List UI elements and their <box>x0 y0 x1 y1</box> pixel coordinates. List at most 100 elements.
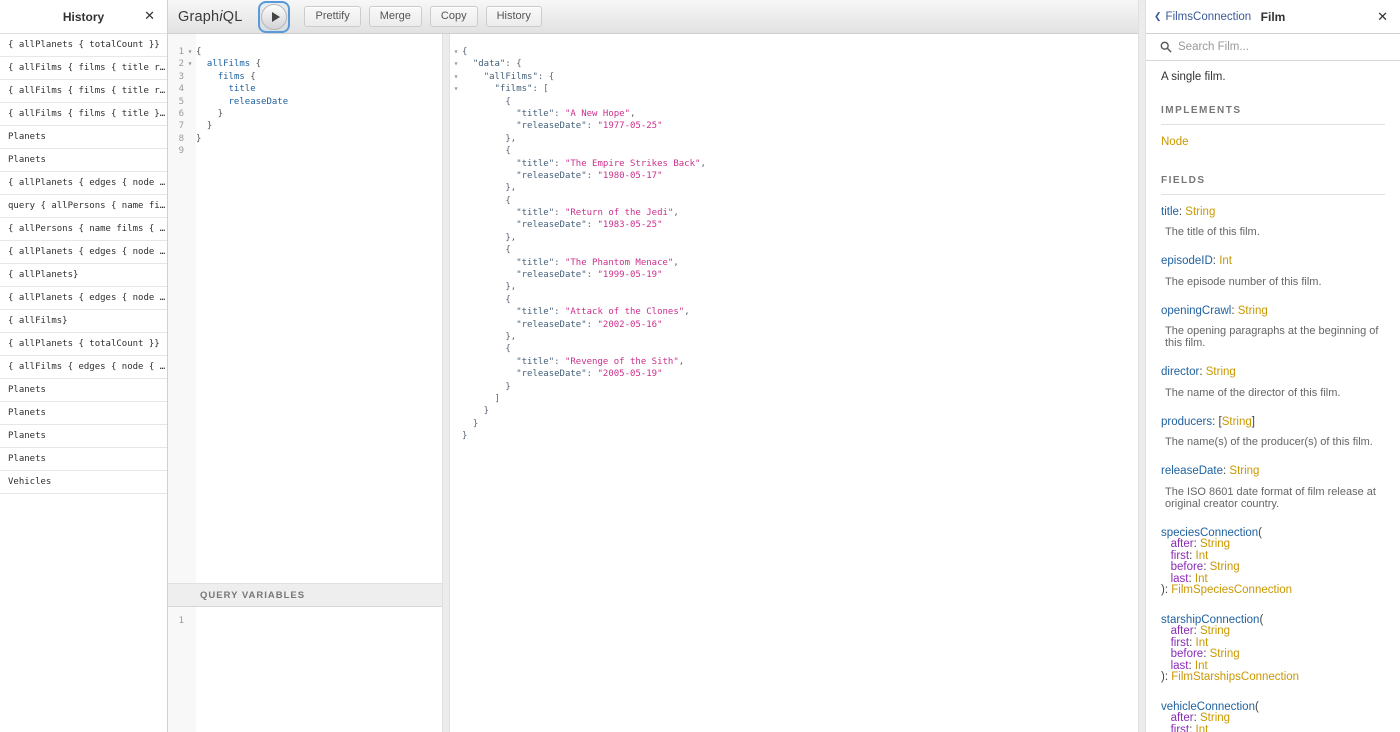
response-line: }, <box>450 331 1138 343</box>
history-item[interactable]: Planets <box>0 379 167 402</box>
type-link[interactable]: Node <box>1161 136 1189 148</box>
doc-field-signature[interactable]: vehicleConnection( after: String first: … <box>1161 702 1385 732</box>
history-item[interactable]: Planets <box>0 402 167 425</box>
history-close-icon[interactable]: ✕ <box>144 9 155 22</box>
history-item[interactable]: { allPlanets { edges { node … <box>0 241 167 264</box>
fold-toggle-icon[interactable]: ▾ <box>184 58 196 70</box>
variable-editor[interactable]: 1 <box>168 607 442 732</box>
field-name-link[interactable]: releaseDate <box>1161 465 1223 477</box>
doc-field-signature[interactable]: director: String <box>1161 367 1385 379</box>
fold-toggle-icon[interactable]: ▾ <box>450 71 462 83</box>
type-link[interactable]: Int <box>1196 550 1209 562</box>
type-link[interactable]: Int <box>1195 573 1208 585</box>
type-link[interactable]: String <box>1200 538 1230 550</box>
doc-field-signature[interactable]: episodeID: Int <box>1161 256 1385 268</box>
toolbar-button-copy[interactable]: Copy <box>430 6 478 27</box>
field-name-link[interactable]: vehicleConnection <box>1161 701 1255 713</box>
field-name-link[interactable]: speciesConnection <box>1161 527 1258 539</box>
doc-field-signature[interactable]: releaseDate: String <box>1161 466 1385 478</box>
response-text: "films": [ <box>462 83 549 95</box>
type-link[interactable]: String <box>1210 561 1240 573</box>
type-link[interactable]: Int <box>1196 724 1209 732</box>
code-text: { <box>196 46 201 58</box>
field-name-link[interactable]: director <box>1161 366 1199 378</box>
history-item[interactable]: { allFilms { edges { node { … <box>0 356 167 379</box>
fold-gutter <box>450 182 462 194</box>
field-description: The episode number of this film. <box>1161 276 1385 288</box>
code-line: 2▾ allFilms { <box>168 58 442 70</box>
fold-gutter <box>184 83 196 95</box>
doc-field-signature[interactable]: speciesConnection( after: String first: … <box>1161 528 1385 597</box>
type-link[interactable]: String <box>1185 206 1215 218</box>
field-name-link[interactable]: starshipConnection <box>1161 614 1259 626</box>
line-number: 5 <box>168 96 184 108</box>
query-editor-pane: 1▾{2▾ allFilms {3 films {4 title5 releas… <box>168 34 442 732</box>
type-link[interactable]: String <box>1200 625 1230 637</box>
type-link[interactable]: String <box>1210 648 1240 660</box>
doc-field-signature[interactable]: title: String <box>1161 207 1385 219</box>
punctuation: , <box>673 258 678 268</box>
response-line: }, <box>450 182 1138 194</box>
fold-toggle-icon[interactable]: ▾ <box>184 46 196 58</box>
punctuation <box>462 357 516 367</box>
history-item[interactable]: Planets <box>0 149 167 172</box>
history-item[interactable]: { allPlanets { totalCount }} <box>0 333 167 356</box>
history-item[interactable]: { allFilms { films { title r… <box>0 80 167 103</box>
fold-toggle-icon[interactable]: ▾ <box>450 46 462 58</box>
doc-field-signature[interactable]: starshipConnection( after: String first:… <box>1161 615 1385 684</box>
punctuation: ] <box>1252 416 1255 428</box>
field-name-link[interactable]: openingCrawl <box>1161 305 1231 317</box>
doc-explorer-resize-handle[interactable] <box>1138 0 1146 732</box>
type-link[interactable]: Int <box>1195 660 1208 672</box>
history-item[interactable]: { allFilms { films { title }… <box>0 103 167 126</box>
toolbar-button-history[interactable]: History <box>486 6 542 27</box>
history-item[interactable]: Planets <box>0 448 167 471</box>
doc-search-input[interactable] <box>1178 41 1358 53</box>
type-link[interactable]: FilmSpeciesConnection <box>1171 584 1292 596</box>
type-link[interactable]: FilmStarshipsConnection <box>1171 671 1299 683</box>
history-item[interactable]: Vehicles <box>0 471 167 494</box>
doc-back-link[interactable]: ❮ FilmsConnection <box>1154 11 1251 23</box>
type-link[interactable]: Int <box>1196 637 1209 649</box>
history-item[interactable]: Planets <box>0 425 167 448</box>
history-item[interactable]: { allPersons { name films { … <box>0 218 167 241</box>
doc-field-signature[interactable]: openingCrawl: String <box>1161 306 1385 318</box>
editor-response-resize-handle[interactable] <box>442 34 450 732</box>
query-variables-header[interactable]: QUERY VARIABLES <box>168 583 442 607</box>
type-link[interactable]: Int <box>1219 255 1232 267</box>
history-item[interactable]: Planets <box>0 126 167 149</box>
history-item[interactable]: { allPlanets { edges { node … <box>0 172 167 195</box>
type-link[interactable]: String <box>1206 366 1236 378</box>
toolbar-button-merge[interactable]: Merge <box>369 6 422 27</box>
logo-text: Graph <box>178 9 219 25</box>
type-link[interactable]: String <box>1238 305 1268 317</box>
code-text: } <box>196 120 212 132</box>
history-item[interactable]: { allFilms { films { title r… <box>0 57 167 80</box>
history-item[interactable]: query { allPersons { name fi… <box>0 195 167 218</box>
type-link[interactable]: String <box>1229 465 1259 477</box>
doc-field-signature[interactable]: producers: [String] <box>1161 417 1385 429</box>
fold-toggle-icon[interactable]: ▾ <box>450 83 462 95</box>
doc-field-signature[interactable]: Node <box>1161 137 1385 149</box>
history-item[interactable]: { allFilms} <box>0 310 167 333</box>
field-name-link[interactable]: producers <box>1161 416 1212 428</box>
field-name-link[interactable]: episodeID <box>1161 255 1213 267</box>
toolbar-button-prettify[interactable]: Prettify <box>304 6 360 27</box>
history-item[interactable]: { allPlanets} <box>0 264 167 287</box>
query-editor[interactable]: 1▾{2▾ allFilms {3 films {4 title5 releas… <box>168 34 442 583</box>
punctuation <box>462 59 473 69</box>
json-string-value: "1977-05-25" <box>597 121 662 131</box>
history-item[interactable]: { allPlanets { totalCount }} <box>0 34 167 57</box>
type-link[interactable]: String <box>1200 712 1230 724</box>
type-link[interactable]: String <box>1222 416 1252 428</box>
doc-close-icon[interactable]: ✕ <box>1377 10 1388 23</box>
doc-field-item: Node <box>1161 137 1385 149</box>
signature-line: episodeID: Int <box>1161 256 1385 268</box>
punctuation: : <box>554 307 565 317</box>
history-item[interactable]: { allPlanets { edges { node … <box>0 287 167 310</box>
response-text: }, <box>462 232 516 244</box>
field-name-link[interactable]: title <box>1161 206 1179 218</box>
execute-query-button[interactable] <box>261 4 287 30</box>
fold-toggle-icon[interactable]: ▾ <box>450 58 462 70</box>
punctuation <box>1161 561 1171 573</box>
